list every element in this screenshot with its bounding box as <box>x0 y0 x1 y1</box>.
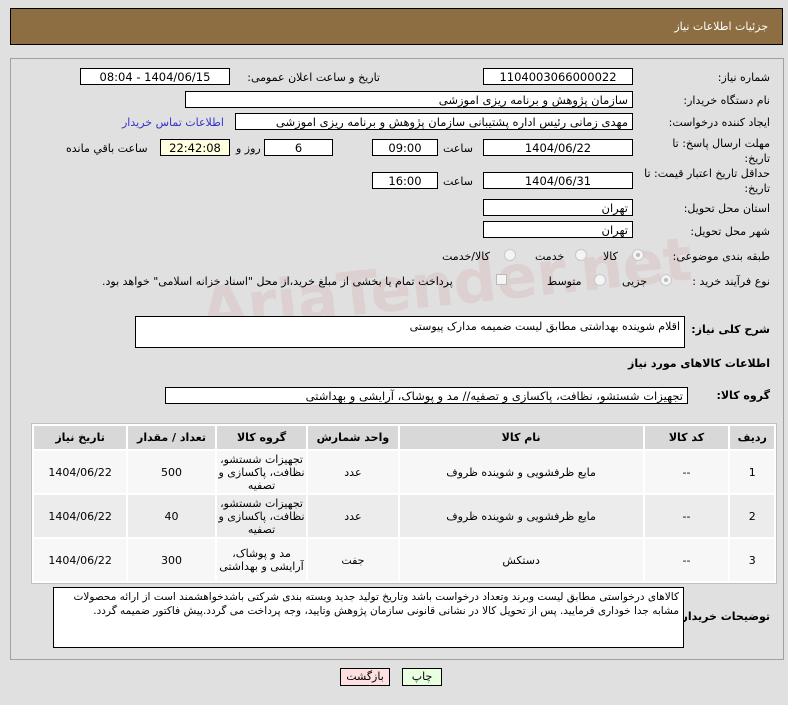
cell-code: -- <box>644 495 729 537</box>
cell-group: مد و پوشاک، آرایشی و بهداشتی <box>216 539 307 581</box>
goods-section-title: اطلاعات کالاهای مورد نیاز <box>628 357 770 370</box>
cell-row: 1 <box>730 451 774 493</box>
validity-label: حداقل تاریخ اعتبار قیمت: تا تاریخ: <box>644 167 770 195</box>
buyer-notes-textarea[interactable]: کالاهای درخواستی مطابق لیست وبرند وتعداد… <box>53 587 684 648</box>
city-label: شهر محل تحویل: <box>690 225 770 238</box>
contact-buyer-link[interactable]: اطلاعات تماس خریدار <box>122 116 224 129</box>
goods-table-container: ردیف کد کالا نام کالا واحد شمارش گروه کا… <box>31 423 777 584</box>
cell-row: 2 <box>730 495 774 537</box>
cell-group: تجهیزات شستشو، نظافت، پاکسازی و تصفیه <box>216 451 307 493</box>
deadline-date-field: 1404/06/22 <box>483 139 633 156</box>
days-remaining-field: 6 <box>264 139 333 156</box>
cell-quantity: 300 <box>128 539 215 581</box>
city-field: تهران <box>483 221 633 238</box>
purchase-medium-label: متوسط <box>547 275 582 288</box>
cell-code: -- <box>644 451 729 493</box>
need-number-label: شماره نیاز: <box>717 71 770 84</box>
category-goods-label: کالا <box>603 250 618 263</box>
days-label: روز و <box>236 142 261 155</box>
province-field: تهران <box>483 199 633 216</box>
category-label: طبقه بندی موضوعی: <box>672 250 770 263</box>
announce-field: 1404/06/15 - 08:04 <box>80 68 230 85</box>
cell-quantity: 40 <box>128 495 215 537</box>
goods-table: ردیف کد کالا نام کالا واحد شمارش گروه کا… <box>32 424 776 583</box>
category-both-label: کالا/خدمت <box>442 250 490 263</box>
deadline-time-field: 09:00 <box>372 139 438 156</box>
deadline-label: مهلت ارسال پاسخ: تا تاریخ: <box>672 137 770 165</box>
need-number-field: 1104003066000022 <box>483 68 633 85</box>
col-date: تاریخ نیاز <box>34 426 127 449</box>
cell-date: 1404/06/22 <box>34 539 127 581</box>
description-textarea[interactable]: اقلام شوینده بهداشتی مطابق لیست ضمیمه مد… <box>135 316 685 348</box>
time-remaining-field: 22:42:08 <box>160 139 230 156</box>
cell-unit: عدد <box>308 495 398 537</box>
cell-name: مایع ظرفشویی و شوینده ظروف <box>399 495 643 537</box>
cell-unit: جفت <box>308 539 398 581</box>
time-remaining-label: ساعت باقي مانده <box>66 142 148 155</box>
purchase-minor-radio[interactable] <box>660 274 672 286</box>
creator-field: مهدی زمانی رئیس اداره پشتیبانی سازمان پژ… <box>235 113 633 130</box>
buyer-label: نام دستگاه خریدار: <box>683 94 770 107</box>
purchase-medium-radio[interactable] <box>594 274 606 286</box>
category-goods-radio[interactable] <box>632 249 644 261</box>
category-service-radio[interactable] <box>575 249 587 261</box>
goods-group-field: تجهیزات شستشو، نظافت، پاکسازی و تصفیه// … <box>165 387 688 404</box>
page-header: جزئیات اطلاعات نیاز <box>10 8 783 45</box>
creator-label: ایجاد کننده درخواست: <box>668 116 770 129</box>
table-row: 2 -- مایع ظرفشویی و شوینده ظروف عدد تجهیزات … <box>34 495 774 537</box>
cell-unit: عدد <box>308 451 398 493</box>
cell-row: 3 <box>730 539 774 581</box>
col-row: ردیف <box>730 426 774 449</box>
validity-time-field: 16:00 <box>372 172 438 189</box>
table-row: 1 -- مایع ظرفشویی و شوینده ظروف عدد تجهیزات … <box>34 451 774 493</box>
validity-time-label: ساعت <box>443 175 473 188</box>
description-label: شرح کلی نیاز: <box>691 323 770 336</box>
announce-label: تاریخ و ساعت اعلان عمومی: <box>247 71 380 84</box>
deadline-time-label: ساعت <box>443 142 473 155</box>
cell-code: -- <box>644 539 729 581</box>
col-quantity: تعداد / مقدار <box>128 426 215 449</box>
cell-date: 1404/06/22 <box>34 495 127 537</box>
col-name: نام کالا <box>399 426 643 449</box>
goods-group-label: گروه کالا: <box>716 389 770 402</box>
cell-date: 1404/06/22 <box>34 451 127 493</box>
purchase-type-label: نوع فرآیند خرید : <box>692 275 770 288</box>
print-button[interactable]: چاپ <box>402 668 442 686</box>
cell-group: تجهیزات شستشو، نظافت، پاکسازی و تصفیه <box>216 495 307 537</box>
back-button[interactable]: بازگشت <box>340 668 390 686</box>
cell-quantity: 500 <box>128 451 215 493</box>
category-both-radio[interactable] <box>504 249 516 261</box>
category-service-label: خدمت <box>535 250 565 263</box>
col-group: گروه کالا <box>216 426 307 449</box>
province-label: استان محل تحویل: <box>683 202 770 215</box>
col-unit: واحد شمارش <box>308 426 398 449</box>
treasury-payment-label: پرداخت تمام یا بخشی از مبلغ خرید،از محل … <box>102 275 453 288</box>
treasury-payment-checkbox[interactable] <box>496 274 507 285</box>
table-row: 3 -- دستکش جفت مد و پوشاک، آرایشی و بهداشتی 3… <box>34 539 774 581</box>
cell-name: دستکش <box>399 539 643 581</box>
purchase-minor-label: جزیی <box>622 275 648 288</box>
col-code: کد کالا <box>644 426 729 449</box>
cell-name: مایع ظرفشویی و شوینده ظروف <box>399 451 643 493</box>
buyer-notes-label: توضیحات خریدار: <box>677 610 770 623</box>
page-title: جزئیات اطلاعات نیاز <box>674 20 768 33</box>
buyer-field: سازمان پژوهش و برنامه ریزی اموزشی <box>185 91 633 108</box>
validity-date-field: 1404/06/31 <box>483 172 633 189</box>
